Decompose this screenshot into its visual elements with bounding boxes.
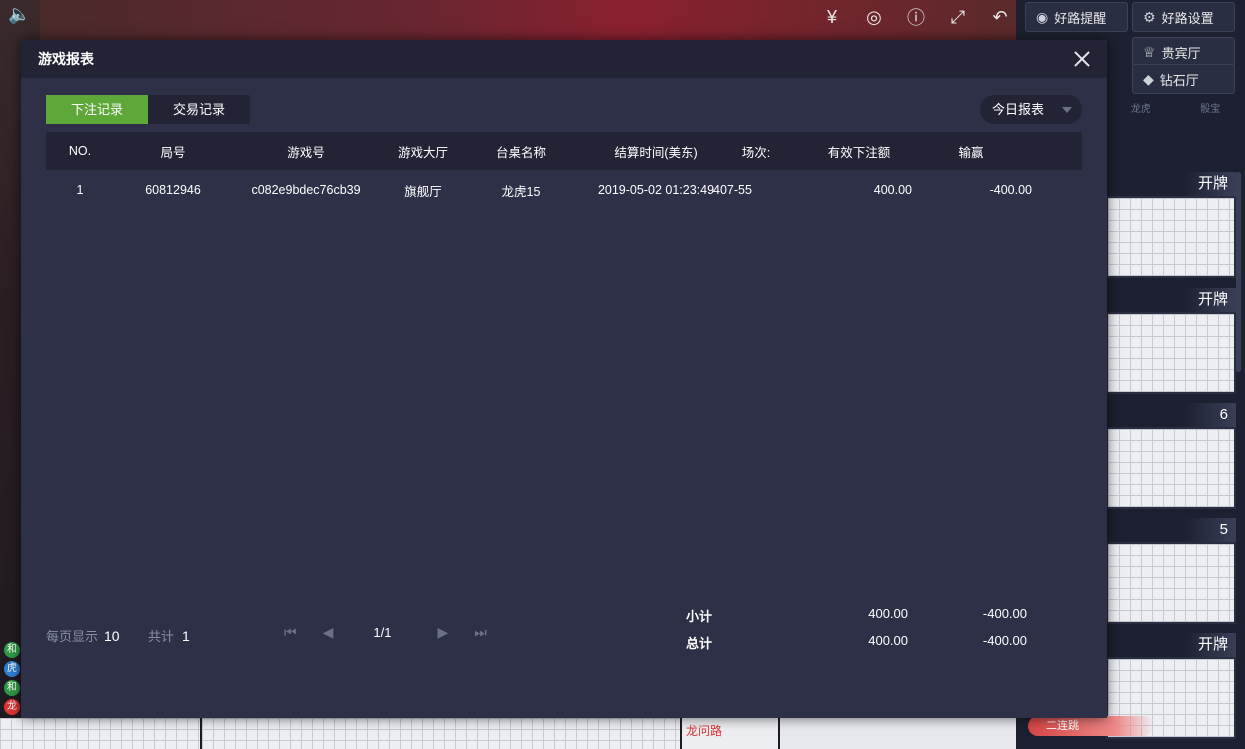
record-tabs: 下注记录 交易记录 <box>46 95 250 124</box>
grand-total-win-loss: -400.00 <box>982 633 1027 648</box>
crown-icon: ♕ <box>1143 43 1156 60</box>
table-header: NO. 局号 游戏号 游戏大厅 台桌名称 结算时间(美东) 场次: 有效下注额 … <box>46 132 1082 170</box>
bead-road-grid <box>0 718 200 749</box>
col-header-table-name: 台桌名称 <box>495 145 546 160</box>
chat-input[interactable] <box>780 718 1016 749</box>
dragon-ask-label[interactable]: 龙问路 <box>686 724 722 738</box>
road-card-status: 开牌 <box>1106 172 1236 196</box>
cell-session: 407-55 <box>713 183 752 197</box>
currency-icon[interactable]: ¥ <box>818 4 846 30</box>
col-header-win-loss: 输赢 <box>958 145 984 160</box>
tiger-mark: 虎 <box>4 661 20 677</box>
col-header-game-id: 游戏号 <box>287 145 325 160</box>
cell-hall: 旗舰厅 <box>404 184 442 199</box>
report-range-dropdown[interactable]: 今日报表 <box>980 95 1082 124</box>
subtotal-win-loss: -400.00 <box>982 606 1027 621</box>
road-grid <box>1108 544 1234 622</box>
col-header-no: NO. <box>68 144 92 158</box>
road-card-status: 开牌 <box>1106 633 1236 657</box>
col-header-round-id: 局号 <box>160 145 186 160</box>
report-range-value: 今日报表 <box>992 102 1045 117</box>
diamond-hall-label: 钻石厅 <box>1159 72 1199 88</box>
tab-bet-records[interactable]: 下注记录 <box>46 95 148 124</box>
ask-road-panel: 龙问路 <box>682 718 778 749</box>
road-card-status: 6 <box>1106 403 1236 427</box>
diamond-icon: ◆ <box>1143 70 1154 87</box>
close-icon[interactable] <box>1071 48 1093 70</box>
grand-total-valid-bet: 400.00 <box>868 633 908 648</box>
game-type-tabs: 龙虎 骰宝 <box>1106 100 1245 126</box>
cell-win-loss: -400.00 <box>989 183 1032 197</box>
per-page-setting[interactable]: 每页显示 10 <box>46 626 120 645</box>
pagination: ⏮ ◀ 1/1 ▶ ⏭ <box>284 624 487 641</box>
game-report-modal: 游戏报表 下注记录 交易记录 今日报表 NO. 局号 游戏号 游戏大厅 台桌名称… <box>21 40 1107 718</box>
target-icon[interactable]: ◎ <box>860 4 888 30</box>
speaker-icon[interactable]: 🔈 <box>8 4 30 25</box>
road-card[interactable]: 开牌 <box>1106 172 1236 278</box>
fullscreen-icon[interactable]: ⤢ <box>944 4 972 30</box>
road-card-status: 开牌 <box>1106 288 1236 312</box>
tie-mark: 和 <box>4 680 20 696</box>
info-icon[interactable]: ⓘ <box>902 4 930 30</box>
tab-transaction-records[interactable]: 交易记录 <box>148 95 250 124</box>
good-road-settings-label: 好路设置 <box>1161 10 1214 26</box>
cell-round-id: 60812946 <box>145 183 201 197</box>
grand-total-label: 总计 <box>686 636 713 651</box>
road-card[interactable]: 开牌 <box>1106 288 1236 394</box>
modal-title: 游戏报表 <box>38 51 94 67</box>
chevron-down-icon <box>1062 107 1072 113</box>
modal-header: 游戏报表 <box>21 40 1107 78</box>
next-page-icon[interactable]: ▶ <box>437 624 448 641</box>
total-label: 共计 <box>148 629 175 644</box>
road-grid <box>1108 198 1234 276</box>
cell-table-name: 龙虎15 <box>501 184 541 199</box>
big-road-grid <box>202 718 680 749</box>
last-page-icon[interactable]: ⏭ <box>474 624 487 641</box>
gear-icon: ⚙ <box>1143 8 1156 25</box>
good-road-alert-label: 好路提醒 <box>1054 10 1107 26</box>
right-panel-scrollbar[interactable] <box>1236 172 1241 372</box>
vip-hall-button[interactable]: ♕ 贵宾厅 <box>1132 37 1235 67</box>
cell-settle-time: 2019-05-02 01:23:49 <box>597 183 715 197</box>
bet-records-table: NO. 局号 游戏号 游戏大厅 台桌名称 结算时间(美东) 场次: 有效下注额 … <box>46 132 1082 210</box>
bead-road-left: 和 虎 和 龙 <box>4 642 22 718</box>
table-row[interactable]: 1 60812946 c082e9bdec76cb39 旗舰厅 龙虎15 201… <box>46 170 1082 210</box>
col-header-valid-bet: 有效下注额 <box>827 145 891 160</box>
cell-game-id: c082e9bdec76cb39 <box>251 183 361 197</box>
col-header-session: 场次: <box>741 145 771 160</box>
vip-hall-label: 贵宾厅 <box>1161 45 1201 61</box>
good-road-alert-button[interactable]: ◉ 好路提醒 <box>1025 2 1128 32</box>
top-toolbar: ¥ ◎ ⓘ ⤢ ↶ <box>818 4 1014 30</box>
total-value: 1 <box>182 628 190 644</box>
subtotal-valid-bet: 400.00 <box>868 606 908 621</box>
tie-mark: 和 <box>4 642 20 658</box>
road-card-status: 5 <box>1106 518 1236 542</box>
tab-dragon-tiger[interactable]: 龙虎 <box>1131 100 1151 126</box>
grand-total-row: 总计 400.00 -400.00 <box>686 633 1082 653</box>
per-page-label: 每页显示 <box>46 629 99 644</box>
medal-icon: ◉ <box>1036 8 1049 25</box>
first-page-icon[interactable]: ⏮ <box>284 624 297 641</box>
subtotal-row: 小计 400.00 -400.00 <box>686 606 1082 626</box>
table-footer: 每页显示 10 共计 1 ⏮ ◀ 1/1 ▶ ⏭ 小计 400.00 -400.00… <box>46 600 1082 660</box>
good-road-settings-button[interactable]: ⚙ 好路设置 <box>1132 2 1235 32</box>
cell-valid-bet: 400.00 <box>873 183 912 197</box>
tab-sicbo[interactable]: 骰宝 <box>1200 100 1220 126</box>
per-page-value: 10 <box>104 628 120 644</box>
dragon-mark: 龙 <box>4 699 20 715</box>
diamond-hall-button[interactable]: ◆ 钻石厅 <box>1132 64 1235 94</box>
road-grid <box>1108 429 1234 507</box>
subtotal-label: 小计 <box>686 609 713 624</box>
col-header-hall: 游戏大厅 <box>397 145 448 160</box>
road-grid <box>1108 314 1234 392</box>
streak-badge: 二连跳 <box>1028 716 1153 736</box>
back-icon[interactable]: ↶ <box>986 4 1014 30</box>
prev-page-icon[interactable]: ◀ <box>323 624 334 641</box>
road-card[interactable]: 5 <box>1106 518 1236 624</box>
page-info: 1/1 <box>373 625 392 640</box>
cell-no: 1 <box>76 183 84 197</box>
road-card[interactable]: 6 <box>1106 403 1236 509</box>
total-count: 共计 1 <box>148 626 190 645</box>
